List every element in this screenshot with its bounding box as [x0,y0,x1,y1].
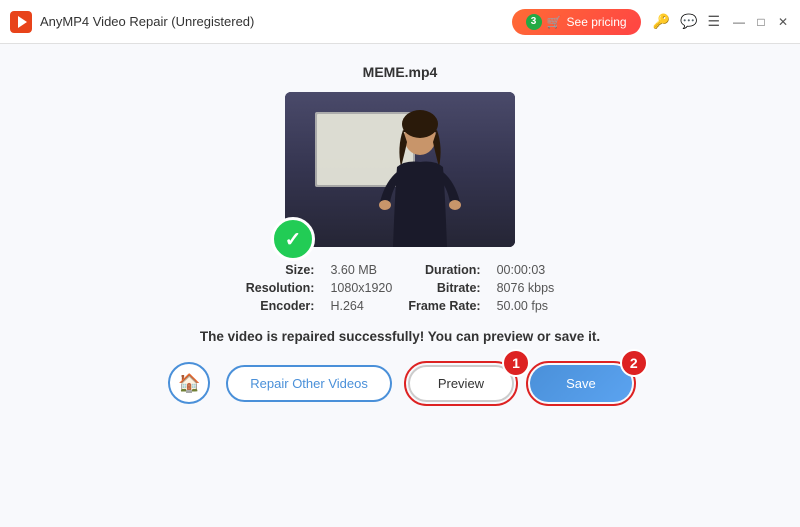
pricing-badge-number: 3 [526,14,542,30]
resolution-value: 1080x1920 [330,281,392,295]
chat-icon[interactable]: 💬 [680,13,697,30]
close-button[interactable]: ✕ [776,15,790,29]
save-button-wrapper: Save 2 [530,365,632,402]
duration-value: 00:00:03 [497,263,555,277]
badge-1: 1 [502,349,530,377]
menu-icon[interactable]: ☰ [707,13,720,30]
bottom-bar: 🏠 Repair Other Videos Preview 1 Save 2 [168,362,631,404]
repair-other-button[interactable]: Repair Other Videos [226,365,392,402]
status-message: The video is repaired successfully! You … [200,329,600,344]
encoder-label: Encoder: [246,299,315,313]
app-title: AnyMP4 Video Repair (Unregistered) [40,14,512,29]
maximize-button[interactable]: □ [754,15,768,29]
video-filename: MEME.mp4 [363,64,438,80]
duration-label: Duration: [408,263,480,277]
window-controls: — □ ✕ [732,15,790,29]
video-thumbnail [285,92,515,247]
success-badge: ✓ [271,217,315,261]
bitrate-value: 8076 kbps [497,281,555,295]
title-bar: AnyMP4 Video Repair (Unregistered) 3 🛒 S… [0,0,800,44]
preview-button-wrapper: Preview 1 [408,365,514,402]
pricing-button[interactable]: 3 🛒 See pricing [512,9,641,35]
video-thumbnail-wrapper: ✓ [285,92,515,247]
encoder-value: H.264 [330,299,392,313]
video-info-table: Size: 3.60 MB Duration: 00:00:03 Resolut… [246,263,555,313]
app-logo [10,11,32,33]
bitrate-label: Bitrate: [408,281,480,295]
main-content: MEME.mp4 [0,44,800,527]
pricing-label: See pricing [567,15,627,29]
size-label: Size: [246,263,315,277]
framerate-value: 50.00 fps [497,299,555,313]
size-value: 3.60 MB [330,263,392,277]
save-button[interactable]: Save [530,365,632,402]
home-button[interactable]: 🏠 [168,362,210,404]
key-icon[interactable]: 🔑 [653,13,670,30]
video-content [285,92,515,247]
framerate-label: Frame Rate: [408,299,480,313]
badge-2: 2 [620,349,648,377]
minimize-button[interactable]: — [732,15,746,29]
toolbar-icons: 🔑 💬 ☰ [653,13,720,30]
preview-button[interactable]: Preview [408,365,514,402]
resolution-label: Resolution: [246,281,315,295]
